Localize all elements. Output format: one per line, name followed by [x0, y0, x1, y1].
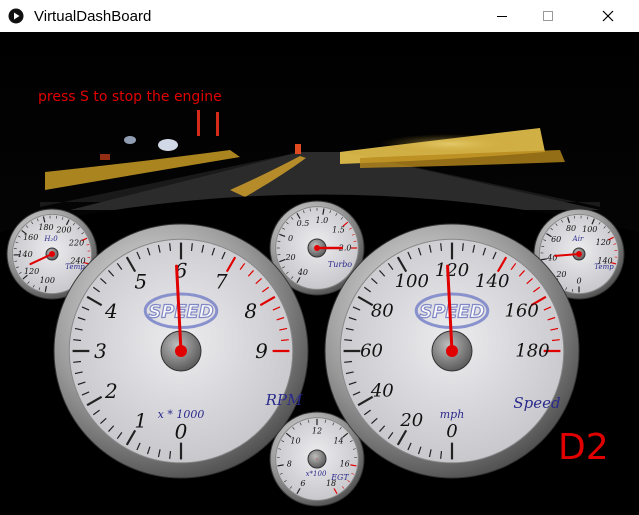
gauge-tick [440, 243, 443, 252]
gauge-tick [73, 339, 82, 342]
gauge-tick [169, 450, 172, 459]
speed-tick-label: 60 [360, 341, 383, 362]
speed-tick-label: 120 [435, 260, 469, 281]
app-window: VirtualDashBoard press S to stop the eng… [0, 0, 639, 515]
minimize-button[interactable] [479, 0, 525, 32]
gauge-tick [169, 243, 172, 252]
air-unit: Temp [594, 263, 614, 271]
minimize-icon [497, 16, 507, 17]
svg-text:SPEED: SPEED [148, 301, 213, 322]
rpm-unit: x * 1000 [158, 408, 205, 421]
gauge-tick [344, 360, 353, 363]
water-tick-label: 140 [17, 250, 32, 259]
speed-tick-label: 100 [395, 271, 429, 292]
gauge-tick [440, 450, 443, 459]
rpm-gauge: 012345 6 789SPEEDRPMx * 1000 [53, 223, 309, 479]
rpm-tick-label: 5 [134, 269, 147, 293]
rpm-tick-label: 7 [215, 269, 228, 293]
close-button[interactable] [585, 0, 631, 32]
maximize-icon [543, 11, 553, 21]
gauge-tick [344, 339, 353, 342]
rpm-tick-label: 0 [175, 419, 188, 443]
rpm-tick-label: 3 [94, 339, 107, 363]
gauge-tick [73, 360, 82, 363]
speed-tick-label: 0 [446, 421, 457, 442]
water-tick-label: 120 [24, 267, 39, 276]
gauge-tick [551, 339, 560, 342]
speed-tick-label: 140 [475, 271, 509, 292]
air-tick-label: 100 [582, 225, 597, 234]
gauge-tick [280, 339, 289, 342]
dashboard-canvas[interactable]: press S to stop the engine 100 120 140 160 1… [0, 32, 639, 515]
egt-tick-label: 6 [300, 479, 305, 488]
gear-indicator: D2 [558, 427, 609, 468]
gauge-tick [190, 243, 193, 252]
svg-text:SPEED: SPEED [419, 301, 484, 322]
air-tick-label: 120 [596, 238, 611, 247]
speed-tick-label: 180 [515, 341, 549, 362]
title-bar: VirtualDashBoard [0, 0, 639, 32]
window-title: VirtualDashBoard [34, 7, 152, 25]
speed-tick-label: 160 [505, 300, 539, 321]
rpm-label: RPM [265, 391, 303, 409]
turbo-needle-pivot [314, 245, 320, 251]
speed-gauge: 0 2040 60 80100 120 140 160 180 SPEED Speed mph [324, 223, 580, 479]
rpm-tick-label: 9 [255, 339, 268, 363]
speed-tick-label: 40 [370, 381, 394, 402]
water-tick-label: 160 [23, 233, 38, 242]
rpm-tick-label: 1 [134, 409, 147, 433]
speed-tick-label: 80 [371, 300, 394, 321]
rpm-tick-label: 2 [104, 379, 118, 403]
speed-unit: mph [440, 408, 465, 421]
rpm-tick-label: 4 [104, 299, 118, 323]
rpm-tick-label: 8 [244, 299, 257, 323]
engine-hint-text: press S to stop the engine [38, 89, 222, 105]
play-icon [8, 8, 24, 24]
gauge-tick [461, 243, 464, 252]
speed-needle-pivot [446, 345, 458, 357]
close-icon [602, 10, 614, 22]
rpm-needle-pivot [175, 345, 187, 357]
speed-label: Speed [513, 394, 560, 412]
maximize-button[interactable] [525, 0, 571, 32]
egt-tick-label: 12 [312, 426, 322, 435]
speed-tick-label: 20 [399, 410, 423, 431]
